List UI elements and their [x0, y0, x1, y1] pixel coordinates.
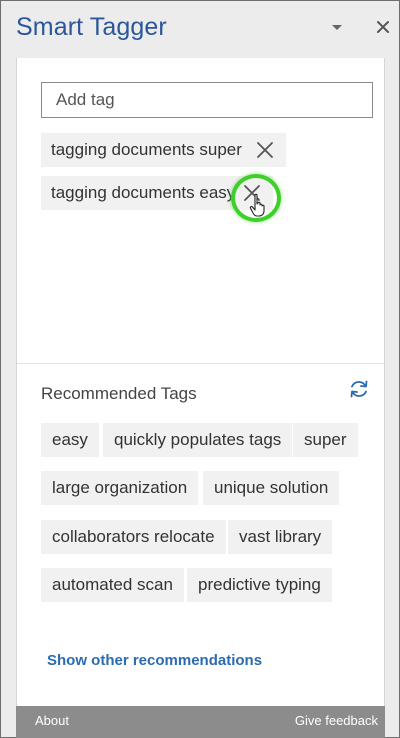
add-tag-input[interactable]: [41, 82, 373, 118]
hand-pointer-icon: [249, 193, 265, 217]
close-icon[interactable]: [373, 17, 393, 37]
pane-content: tagging documents super tagging document…: [16, 58, 385, 706]
task-pane: Smart Tagger tagging documents super tag…: [0, 0, 400, 738]
recommended-tag-label: vast library: [239, 527, 322, 546]
give-feedback-link[interactable]: Give feedback: [295, 713, 378, 728]
pane-titlebar: Smart Tagger: [1, 1, 399, 57]
recommended-tag-collaborators-relocate[interactable]: collaborators relocate: [41, 520, 226, 554]
recommended-tag-easy[interactable]: easy: [41, 423, 99, 457]
section-divider: [17, 363, 384, 364]
recommended-tag-label: large organization: [52, 478, 188, 497]
recommended-tag-label: automated scan: [52, 575, 173, 594]
recommended-tag-label: unique solution: [214, 478, 329, 497]
recommended-tag-label: collaborators relocate: [52, 527, 215, 546]
recommended-tag-large-organization[interactable]: large organization: [41, 471, 199, 505]
recommended-tag-quickly-populates-tags[interactable]: quickly populates tags: [103, 423, 293, 457]
recommended-tag-predictive-typing[interactable]: predictive typing: [187, 568, 332, 602]
pane-title: Smart Tagger: [16, 13, 167, 41]
refresh-icon[interactable]: [348, 378, 370, 400]
recommended-tag-unique-solution[interactable]: unique solution: [203, 471, 340, 505]
recommended-tag-label: quickly populates tags: [114, 430, 282, 449]
applied-tag-label: tagging documents easy: [51, 183, 236, 202]
recommended-tag-super[interactable]: super: [293, 423, 358, 457]
applied-tag-label: tagging documents super: [51, 140, 242, 159]
recommended-tag-label: predictive typing: [198, 575, 321, 594]
chevron-down-icon[interactable]: [329, 21, 345, 33]
recommended-tag-label: easy: [52, 430, 88, 449]
applied-tag-chip: tagging documents super: [41, 133, 286, 167]
recommended-tag-automated-scan[interactable]: automated scan: [41, 568, 184, 602]
show-other-recommendations-link[interactable]: Show other recommendations: [47, 652, 262, 669]
pane-footer: About Give feedback: [16, 706, 385, 738]
recommended-tag-vast-library[interactable]: vast library: [228, 520, 333, 554]
remove-tag-icon[interactable]: [254, 139, 276, 161]
about-link[interactable]: About: [35, 713, 69, 728]
recommended-tag-label: super: [304, 430, 347, 449]
recommended-tags-heading: Recommended Tags: [41, 384, 197, 403]
